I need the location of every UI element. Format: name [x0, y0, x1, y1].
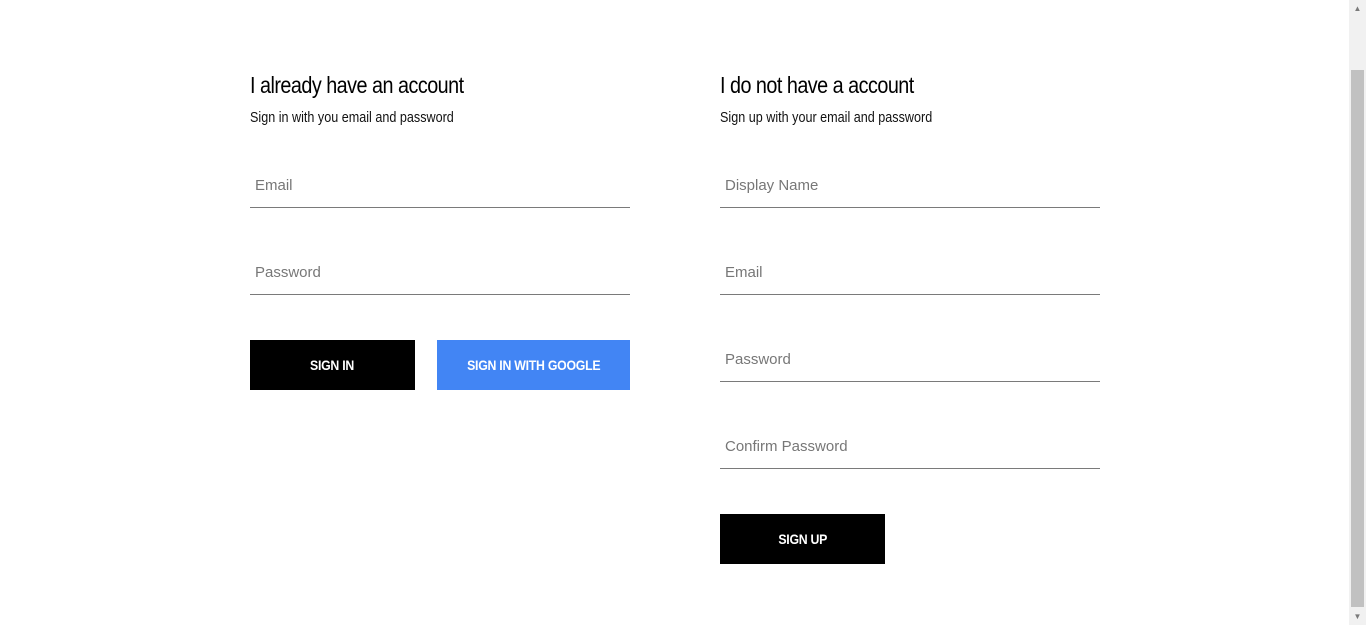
sign-up-title: I do not have a account	[720, 72, 914, 98]
sign-in-title: I already have an account	[250, 72, 464, 98]
sign-in-email-input[interactable]	[250, 163, 630, 207]
sign-up-button[interactable]: Sign up	[720, 514, 885, 564]
sign-up-email-input[interactable]	[720, 250, 1100, 294]
sign-in-password-input[interactable]	[250, 250, 630, 294]
sign-in-buttons: Sign in Sign in with Google	[250, 340, 630, 390]
sign-in-email-field	[250, 163, 630, 208]
sign-up-button-label: Sign up	[778, 531, 827, 547]
sign-in-with-google-button[interactable]: Sign in with Google	[437, 340, 630, 390]
sign-in-password-field	[250, 250, 630, 295]
display-name-field	[720, 163, 1100, 208]
sign-in-button[interactable]: Sign in	[250, 340, 415, 390]
sign-up-email-field	[720, 250, 1100, 295]
scroll-up-icon[interactable]: ▲	[1349, 0, 1366, 17]
scroll-thumb[interactable]	[1351, 70, 1364, 607]
auth-page: I already have an account Sign in with y…	[0, 0, 1366, 625]
sign-in-subtitle: Sign in with you email and password	[250, 109, 454, 126]
sign-in-with-google-label: Sign in with Google	[466, 357, 601, 373]
confirm-password-input[interactable]	[720, 424, 1100, 468]
sign-up-panel: I do not have a account Sign up with you…	[720, 70, 1100, 564]
sign-up-password-input[interactable]	[720, 337, 1100, 381]
vertical-scrollbar[interactable]: ▲ ▼	[1349, 0, 1366, 625]
sign-in-button-label: Sign in	[310, 357, 355, 373]
sign-up-password-field	[720, 337, 1100, 382]
sign-up-buttons: Sign up	[720, 514, 1100, 564]
sign-up-subtitle: Sign up with your email and password	[720, 109, 933, 126]
sign-in-panel: I already have an account Sign in with y…	[250, 70, 630, 390]
confirm-password-field	[720, 424, 1100, 469]
display-name-input[interactable]	[720, 163, 1100, 207]
scroll-down-icon[interactable]: ▼	[1349, 608, 1366, 625]
